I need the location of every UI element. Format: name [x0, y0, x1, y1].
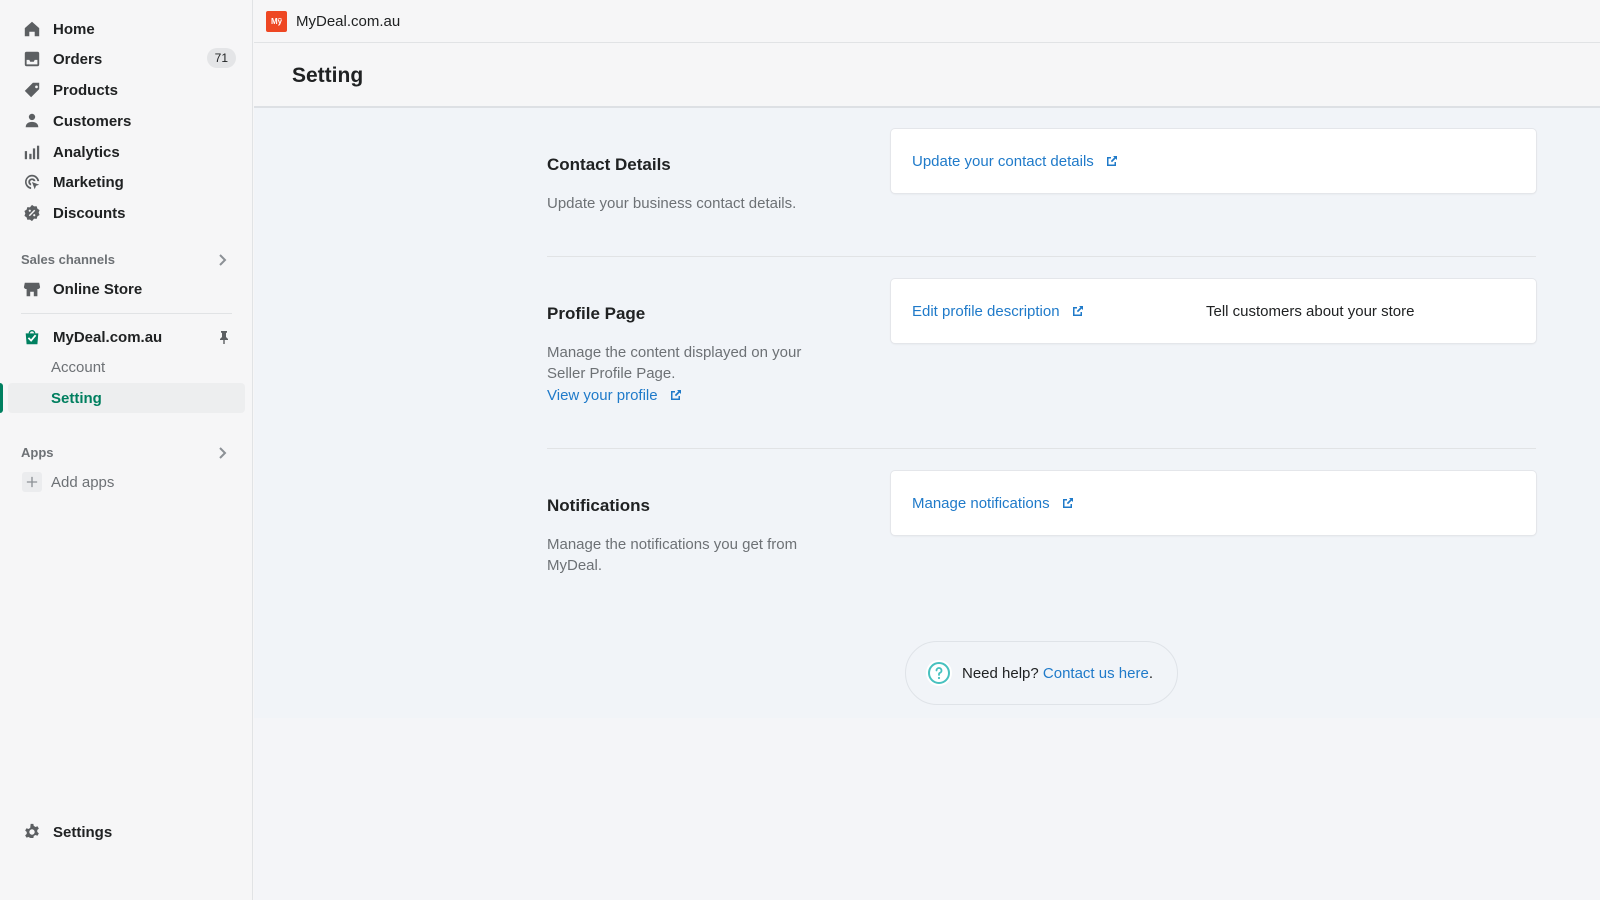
- nav-label: Discounts: [53, 204, 126, 222]
- nav-settings[interactable]: Settings: [0, 817, 253, 847]
- add-apps-button[interactable]: Add apps: [0, 467, 253, 497]
- mydeal-logo: Mỹ: [266, 10, 287, 32]
- nav-label: Customers: [53, 112, 132, 130]
- app-topbar: Mỹ MyDeal.com.au: [254, 0, 1600, 43]
- edit-profile-description-link[interactable]: Edit profile description: [912, 303, 1084, 320]
- home-icon: [22, 19, 42, 39]
- orders-icon: [22, 49, 42, 69]
- profile-page-title: Profile Page: [547, 304, 646, 323]
- nav-label: Online Store: [53, 280, 143, 298]
- manage-notifications-link[interactable]: Manage notifications: [912, 495, 1074, 512]
- external-link-icon: [1072, 304, 1084, 316]
- notifications-card: Manage notifications: [891, 471, 1536, 535]
- nav-orders[interactable]: Orders 71: [0, 44, 253, 74]
- contact-details-description: Update your business contact details.: [547, 195, 797, 212]
- gear-icon: [22, 822, 42, 842]
- contact-details-title: Contact Details: [547, 155, 671, 174]
- nav-label: Products: [53, 81, 119, 99]
- apps-chevron-icon[interactable]: [214, 445, 230, 461]
- nav-label: Marketing: [53, 173, 124, 191]
- sales-channels-label: Sales channels: [21, 252, 115, 267]
- nav-account[interactable]: Account: [0, 352, 253, 382]
- pin-icon[interactable]: [216, 329, 232, 345]
- bar-chart-icon: [22, 142, 42, 162]
- nav-products[interactable]: Products: [0, 75, 253, 105]
- update-contact-details-link[interactable]: Update your contact details: [912, 153, 1118, 170]
- discount-icon: [22, 203, 42, 223]
- page-header: Setting: [254, 44, 1600, 108]
- help-footer: Need help? Contact us here.: [905, 641, 1178, 705]
- contact-details-card: Update your contact details: [891, 129, 1536, 193]
- link-label: View your profile: [547, 387, 658, 404]
- apps-label: Apps: [21, 445, 54, 460]
- content-footer-area: [254, 718, 1600, 900]
- nav-label: Setting: [51, 389, 102, 407]
- app-name: MyDeal.com.au: [296, 12, 401, 30]
- main-content: [254, 108, 1600, 718]
- nav-label: MyDeal.com.au: [53, 328, 163, 346]
- link-label: Update your contact details: [912, 152, 1094, 170]
- nav-label: Home: [53, 20, 95, 38]
- store-icon: [22, 279, 42, 299]
- tag-icon: [22, 80, 42, 100]
- nav-home[interactable]: Home: [0, 14, 253, 44]
- help-suffix: .: [1148, 664, 1153, 682]
- link-label: Edit profile description: [912, 302, 1060, 320]
- question-circle-icon: [926, 660, 952, 686]
- active-indicator: [0, 383, 3, 413]
- nav-analytics[interactable]: Analytics: [0, 137, 253, 167]
- target-icon: [22, 172, 42, 192]
- nav-online-store[interactable]: Online Store: [0, 274, 253, 304]
- nav-label: Analytics: [53, 143, 120, 161]
- notifications-title: Notifications: [547, 496, 650, 515]
- notifications-description: Manage the notifications you get from My…: [547, 536, 798, 574]
- sidebar: Home Orders 71 Products Customers Analyt…: [0, 0, 253, 900]
- sales-channels-chevron-icon[interactable]: [214, 252, 230, 268]
- link-label: Manage notifications: [912, 494, 1050, 512]
- external-link-icon: [670, 386, 682, 400]
- nav-label: Add apps: [51, 473, 115, 491]
- plus-icon: [22, 472, 42, 492]
- nav-setting[interactable]: Setting: [8, 383, 245, 413]
- nav-marketing[interactable]: Marketing: [0, 167, 253, 197]
- profile-card-note: Tell customers about your store: [1206, 302, 1415, 320]
- section-divider: [547, 448, 1536, 449]
- external-link-icon: [1062, 496, 1074, 508]
- contact-us-link[interactable]: Contact us here: [1043, 665, 1149, 682]
- section-divider: [547, 256, 1536, 257]
- mydeal-app-icon: [22, 327, 42, 347]
- page-title: Setting: [292, 64, 364, 87]
- nav-label: Settings: [53, 823, 113, 841]
- person-icon: [22, 111, 42, 131]
- view-your-profile-link[interactable]: View your profile: [547, 385, 682, 406]
- external-link-icon: [1106, 154, 1118, 166]
- nav-label: Orders: [53, 50, 103, 68]
- nav-label: Account: [51, 358, 106, 376]
- orders-count-badge: 71: [206, 48, 236, 68]
- nav-customers[interactable]: Customers: [0, 106, 253, 136]
- nav-discounts[interactable]: Discounts: [0, 198, 253, 228]
- profile-page-description: Manage the content displayed on your Sel…: [547, 344, 802, 382]
- profile-page-card: Edit profile description Tell customers …: [891, 279, 1536, 343]
- help-prefix: Need help?: [962, 664, 1039, 682]
- sidebar-divider: [21, 313, 232, 314]
